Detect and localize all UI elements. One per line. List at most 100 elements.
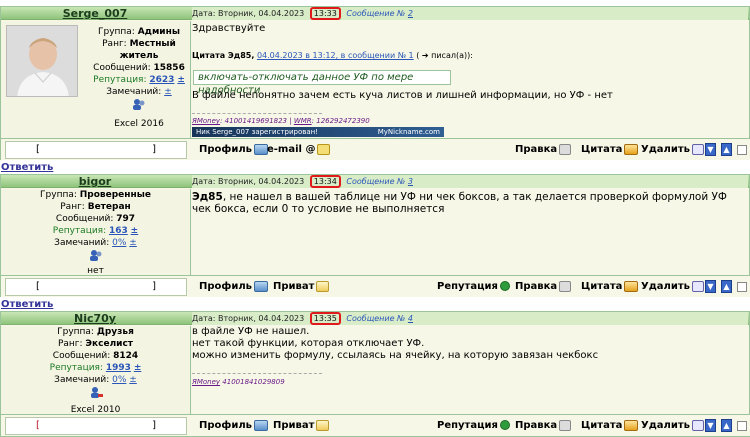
reply-link[interactable]: Ответить xyxy=(1,299,53,310)
plus-icon xyxy=(499,420,510,430)
edit-icon xyxy=(559,280,572,292)
reputation-value[interactable]: 2623 xyxy=(149,75,174,85)
quote-button[interactable]: Цитата xyxy=(581,419,639,433)
select-checkbox[interactable] xyxy=(737,282,747,292)
warnings-change-link[interactable]: ± xyxy=(129,238,137,248)
quote-icon xyxy=(624,143,639,155)
ip-box: [] xyxy=(5,278,187,296)
quote-icon xyxy=(624,280,639,292)
reply-link[interactable]: Ответить xyxy=(1,162,53,173)
ip-box: [] xyxy=(5,417,187,435)
warnings-change-link[interactable]: ± xyxy=(129,375,137,385)
profile-button[interactable]: Профиль xyxy=(199,419,268,433)
edit-button[interactable]: Правка xyxy=(515,280,572,294)
post-toolbar: [] Профиль e-mail @ Правка Цитата Удалит… xyxy=(1,138,750,160)
reputation-change-link[interactable]: ± xyxy=(134,363,142,373)
signature: ЯMoney: 41001419691823 | WMR: 1262924723… xyxy=(192,117,370,125)
message-number[interactable]: Сообщение № 4 xyxy=(346,314,413,323)
avatar xyxy=(6,25,78,97)
plus-icon xyxy=(499,281,510,291)
user-extra: Excel 2016 xyxy=(114,119,164,129)
nickname-banner[interactable]: Ник Serge_007 зарегистрирован! MyNickname… xyxy=(192,127,444,137)
message-number[interactable]: Сообщение № 2 xyxy=(346,9,413,18)
delete-button[interactable]: Удалить xyxy=(641,143,704,157)
profile-icon xyxy=(253,419,268,431)
post: Serge_007 Дата: Вторник, 04.04.2023 13:3… xyxy=(0,6,750,160)
post-body: в файле УФ не нашел. нет такой функции, … xyxy=(192,326,599,361)
reputation-button[interactable]: Репутация xyxy=(437,419,510,433)
arrow-down-icon[interactable]: ▼ xyxy=(705,419,716,432)
private-message-button[interactable]: Приват xyxy=(273,419,330,433)
delete-button[interactable]: Удалить xyxy=(641,419,704,433)
message-number[interactable]: Сообщение № 3 xyxy=(346,177,413,186)
post-body: Здравствуйте xyxy=(192,23,266,34)
post-content: в файле УФ не нашел. нет такой функции, … xyxy=(192,326,749,414)
arrow-down-icon[interactable]: ▼ xyxy=(705,143,716,156)
edit-button[interactable]: Правка xyxy=(515,419,572,433)
reputation-change-link[interactable]: ± xyxy=(177,75,185,85)
quote-icon xyxy=(624,419,639,431)
post-toolbar: [] Профиль Приват Репутация Правка Цитат… xyxy=(1,275,750,297)
post-count: 15856 xyxy=(153,63,185,73)
pm-icon xyxy=(316,419,330,431)
reputation-value[interactable]: 163 xyxy=(109,226,128,236)
author-panel: Группа: Проверенные Ранг: Ветеран Сообще… xyxy=(1,189,191,276)
select-checkbox[interactable] xyxy=(737,145,747,155)
quote-button[interactable]: Цитата xyxy=(581,280,639,294)
author-name[interactable]: Serge_007 xyxy=(1,7,189,20)
author-name[interactable]: bigor xyxy=(1,175,189,188)
warnings-link[interactable]: 0% xyxy=(112,375,126,385)
select-checkbox[interactable] xyxy=(737,421,747,431)
email-button[interactable]: e-mail @ xyxy=(267,143,331,157)
delete-icon xyxy=(691,419,704,431)
warnings-link[interactable]: ± xyxy=(164,87,172,97)
arrow-up-icon[interactable]: ▲ xyxy=(721,280,732,293)
arrow-up-icon[interactable]: ▲ xyxy=(721,143,732,156)
edit-icon xyxy=(559,419,572,431)
signature-divider xyxy=(192,373,322,374)
delete-button[interactable]: Удалить xyxy=(641,280,704,294)
reputation-button[interactable]: Репутация xyxy=(437,280,510,294)
quote-source-link[interactable]: 04.04.2023 в 13:12, в сообщении № 1 xyxy=(257,51,414,60)
signature-divider xyxy=(192,113,322,114)
arrow-up-icon[interactable]: ▲ xyxy=(721,419,732,432)
user-rank: Ветеран xyxy=(87,202,131,212)
post-date: Дата: Вторник, 04.04.2023 xyxy=(192,9,305,18)
post-content: Эд85, не нашел в вашей таблице ни УФ ни … xyxy=(192,189,749,275)
author-panel: Группа: Админы Ранг: Местный житель Сооб… xyxy=(1,21,191,138)
private-message-button[interactable]: Приват xyxy=(273,280,330,294)
arrow-down-icon[interactable]: ▼ xyxy=(705,280,716,293)
profile-button[interactable]: Профиль xyxy=(199,280,268,294)
post-header: Nic70y Дата: Вторник, 04.04.2023 13:35 С… xyxy=(1,312,749,325)
user-group: Проверенные xyxy=(79,190,151,200)
post-time: 13:33 xyxy=(309,7,341,20)
reputation-change-link[interactable]: ± xyxy=(131,226,139,236)
profile-icon xyxy=(253,143,268,155)
user-rank: Местный житель xyxy=(119,39,176,61)
quote-button[interactable]: Цитата xyxy=(581,143,639,157)
user-group: Друзья xyxy=(96,327,134,337)
post: Nic70y Дата: Вторник, 04.04.2023 13:35 С… xyxy=(0,311,750,437)
signature: ЯMoney 41001841029809 xyxy=(192,378,285,386)
delete-icon xyxy=(691,280,704,292)
edit-button[interactable]: Правка xyxy=(515,143,572,157)
quote-header: Цитата Эд85, 04.04.2023 в 13:12, в сообщ… xyxy=(192,51,473,60)
ip-box: [] xyxy=(5,141,187,159)
post-time: 13:35 xyxy=(309,312,341,325)
pm-icon xyxy=(316,280,330,292)
post-date: Дата: Вторник, 04.04.2023 xyxy=(192,177,305,186)
reputation-value[interactable]: 1993 xyxy=(106,363,131,373)
user-group: Админы xyxy=(137,27,180,37)
author-name[interactable]: Nic70y xyxy=(1,312,189,325)
post-content: Здравствуйте Цитата Эд85, 04.04.2023 в 1… xyxy=(192,21,749,138)
user-rank: Экселист xyxy=(85,339,134,349)
profile-button[interactable]: Профиль xyxy=(199,143,268,157)
post-meta: Дата: Вторник, 04.04.2023 13:35 Сообщени… xyxy=(192,312,748,325)
post-count: 8124 xyxy=(113,351,139,361)
author-panel: Группа: Друзья Ранг: Экселист Сообщений:… xyxy=(1,326,191,415)
profile-icon xyxy=(253,280,268,292)
post-meta: Дата: Вторник, 04.04.2023 13:33 Сообщени… xyxy=(192,7,748,20)
warnings-link[interactable]: 0% xyxy=(112,238,126,248)
post: bigor Дата: Вторник, 04.04.2023 13:34 Со… xyxy=(0,174,750,297)
post-count: 797 xyxy=(116,214,136,224)
